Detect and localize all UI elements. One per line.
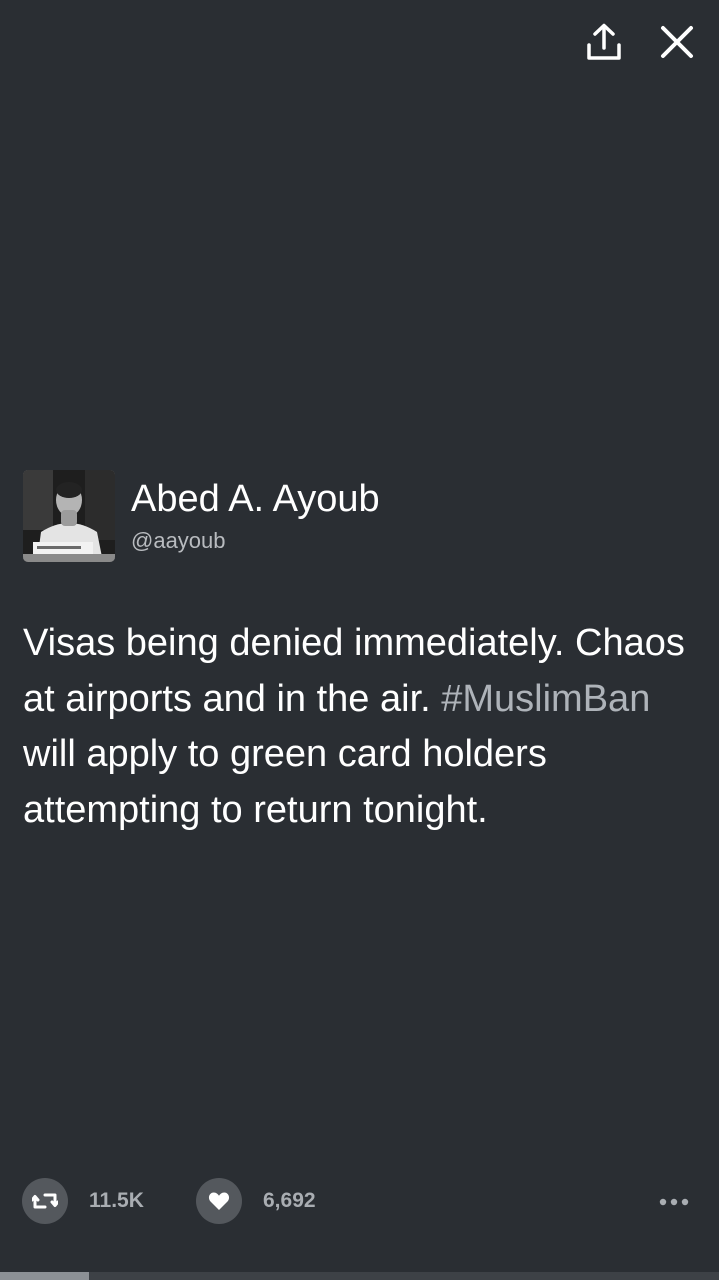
retweet-count: 11.5K <box>89 1189 144 1212</box>
author-handle[interactable]: @aayoub <box>131 528 226 554</box>
media-progress-bar <box>0 1272 719 1280</box>
retweet-button[interactable] <box>22 1178 68 1224</box>
tweet-author[interactable]: Abed A. Ayoub @aayoub <box>23 470 693 562</box>
avatar[interactable] <box>23 470 115 562</box>
close-icon <box>661 26 693 58</box>
hashtag-link[interactable]: #MuslimBan <box>441 678 650 720</box>
heart-icon <box>208 1192 230 1210</box>
like-count: 6,692 <box>263 1189 316 1212</box>
retweet-icon <box>32 1193 58 1209</box>
like-button[interactable] <box>196 1178 242 1224</box>
tweet-text-part: will apply to green card holders attempt… <box>23 733 547 831</box>
top-bar <box>0 0 719 90</box>
more-dots-icon <box>659 1198 689 1206</box>
more-options-button[interactable] <box>652 1182 696 1222</box>
action-bar: 11.5K 6,692 <box>0 1178 719 1226</box>
avatar-photo <box>23 470 115 562</box>
tweet-text: Visas being denied immediately. Chaos at… <box>23 616 699 838</box>
close-button[interactable] <box>653 18 701 66</box>
share-button[interactable] <box>580 18 628 66</box>
share-upload-icon <box>587 23 621 60</box>
author-name[interactable]: Abed A. Ayoub <box>131 478 380 520</box>
media-progress-fill <box>0 1272 90 1280</box>
